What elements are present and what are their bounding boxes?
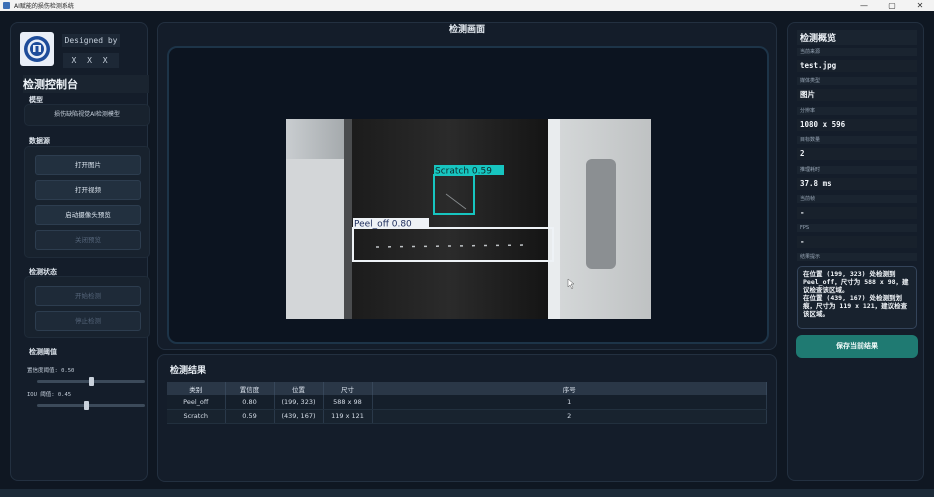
close-button[interactable]: ✕ xyxy=(906,0,934,11)
window-titlebar: AI赋能的损伤检测系统 — ▢ ✕ xyxy=(0,0,934,11)
tip-label: 结果提示 xyxy=(797,253,917,261)
close-preview-button[interactable]: 关闭预览 xyxy=(35,230,141,250)
table-header-row: 类别 置信度 位置 尺寸 序号 xyxy=(167,382,767,395)
overview-title: 检测概览 xyxy=(797,30,917,45)
app-icon xyxy=(3,2,10,9)
stop-detect-button[interactable]: 停止检测 xyxy=(35,311,141,331)
conf-threshold-slider[interactable] xyxy=(37,377,145,386)
start-detect-button[interactable]: 开始检测 xyxy=(35,286,141,306)
seal-icon xyxy=(24,36,50,62)
current-frame-label: 当前帧 xyxy=(797,195,917,203)
results-title: 检测结果 xyxy=(170,366,207,376)
status-bar xyxy=(0,489,934,497)
designed-by-label: Designed by xyxy=(61,34,121,47)
window-controls: — ▢ ✕ xyxy=(850,0,934,11)
author-name: X X X xyxy=(63,53,119,68)
designer-credit: Designed by X X X xyxy=(61,34,121,68)
peel-off-label: Peel_off 0.80 xyxy=(354,220,412,230)
iou-threshold-label: IOU 阈值: 0.45 xyxy=(27,392,72,398)
col-size[interactable]: 尺寸 xyxy=(323,382,373,395)
status-card: 开始检测 停止检测 xyxy=(24,276,150,338)
control-panel: Designed by X X X 检测控制台 模型 损伤缺陷视觉AI检测模型 … xyxy=(10,22,150,481)
current-frame-value: - xyxy=(797,207,917,219)
table-row[interactable]: Peel_off 0.80 (199, 323) 588 x 98 1 xyxy=(167,395,767,410)
col-index[interactable]: 序号 xyxy=(372,382,767,395)
resolution-value: 1080 x 596 xyxy=(797,119,917,131)
detection-view-panel: 检测画面 Scratch 0.59 Peel_off 0.80 xyxy=(157,22,777,350)
threshold-card: 置信度阈值: 0.50 IOU 阈值: 0.45 xyxy=(24,356,150,414)
cell-size: 119 x 121 xyxy=(323,409,373,424)
conf-threshold-label: 置信度阈值: 0.50 xyxy=(27,368,75,374)
minimize-button[interactable]: — xyxy=(850,0,878,11)
table-row[interactable]: Scratch 0.59 (439, 167) 119 x 121 2 xyxy=(167,409,767,424)
result-tip-text: 在位置 (199, 323) 处检测到 Peel_off，尺寸为 588 x 9… xyxy=(797,266,917,329)
iou-slider-handle[interactable] xyxy=(83,401,89,410)
results-panel: 检测结果 类别 置信度 位置 尺寸 序号 Peel_off 0.80 (199,… xyxy=(157,354,777,482)
maximize-button[interactable]: ▢ xyxy=(878,0,906,11)
cell-index: 1 xyxy=(372,395,767,410)
start-camera-button[interactable]: 启动摄像头预览 xyxy=(35,205,141,225)
cell-size: 588 x 98 xyxy=(323,395,373,410)
cell-position: (199, 323) xyxy=(274,395,324,410)
detection-photo: Scratch 0.59 Peel_off 0.80 xyxy=(286,119,651,319)
source-value: test.jpg xyxy=(797,60,917,72)
cell-class: Scratch xyxy=(167,409,226,424)
window-title: AI赋能的损伤检测系统 xyxy=(14,3,74,10)
inference-time-label: 推理耗时 xyxy=(797,166,917,174)
view-title: 检测画面 xyxy=(448,25,485,35)
target-count-label: 目标数量 xyxy=(797,136,917,144)
iou-threshold-slider[interactable] xyxy=(37,401,145,410)
source-card: 打开图片 打开视频 启动摄像头预览 关闭预览 xyxy=(24,146,150,258)
model-name: 损伤缺陷视觉AI检测模型 xyxy=(54,111,120,118)
conf-slider-handle[interactable] xyxy=(89,377,94,386)
university-logo xyxy=(20,32,54,66)
cell-class: Peel_off xyxy=(167,395,226,410)
cell-confidence: 0.59 xyxy=(225,409,275,424)
media-type-label: 媒体类型 xyxy=(797,77,917,85)
cell-position: (439, 167) xyxy=(274,409,324,424)
resolution-label: 分辨率 xyxy=(797,107,917,115)
cell-index: 2 xyxy=(372,409,767,424)
overview-panel: 检测概览 当前来源 test.jpg 媒体类型 图片 分辨率 1080 x 59… xyxy=(787,22,924,481)
inference-time-value: 37.8 ms xyxy=(797,178,917,190)
col-position[interactable]: 位置 xyxy=(274,382,324,395)
open-video-button[interactable]: 打开视频 xyxy=(35,180,141,200)
source-section-label: 数据源 xyxy=(29,137,50,145)
detection-image: Scratch 0.59 Peel_off 0.80 xyxy=(286,119,651,319)
col-class[interactable]: 类别 xyxy=(167,382,226,395)
scratch-label: Scratch 0.59 xyxy=(435,167,492,177)
source-label: 当前来源 xyxy=(797,48,917,56)
console-title: 检测控制台 xyxy=(23,75,149,93)
col-confidence[interactable]: 置信度 xyxy=(225,382,275,395)
image-viewer: Scratch 0.59 Peel_off 0.80 xyxy=(167,46,769,344)
target-count-value: 2 xyxy=(797,148,917,160)
results-table: 类别 置信度 位置 尺寸 序号 Peel_off 0.80 (199, 323)… xyxy=(167,382,767,424)
cell-confidence: 0.80 xyxy=(225,395,275,410)
fps-label: FPS xyxy=(797,224,917,232)
media-type-value: 图片 xyxy=(797,89,917,101)
open-image-button[interactable]: 打开图片 xyxy=(35,155,141,175)
save-result-button[interactable]: 保存当前结果 xyxy=(796,335,918,358)
fps-value: - xyxy=(797,236,917,248)
model-card: 损伤缺陷视觉AI检测模型 xyxy=(24,104,150,126)
